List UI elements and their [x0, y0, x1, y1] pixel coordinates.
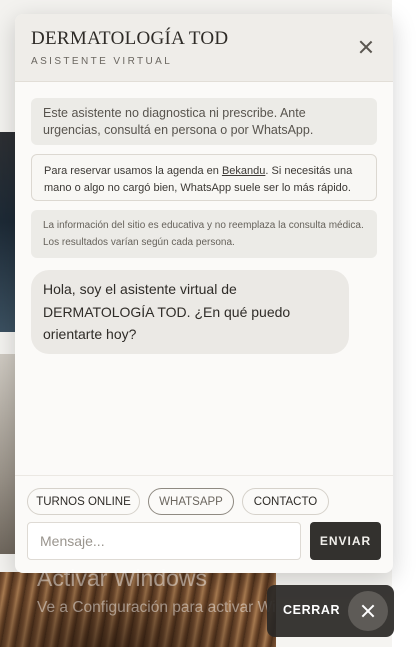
- chat-header: DERMATOLOGÍA TOD ASISTENTE VIRTUAL: [15, 14, 393, 82]
- booking-notice-prefix: Para reservar usamos la agenda en: [44, 165, 222, 177]
- quick-replies: TURNOS ONLINE WHATSAPP CONTACTO: [15, 475, 393, 519]
- chat-subtitle: ASISTENTE VIRTUAL: [31, 56, 173, 67]
- booking-notice: Para reservar usamos la agenda en Bekand…: [31, 154, 377, 201]
- close-chat-button[interactable]: CERRAR: [267, 585, 394, 637]
- background-margin: [392, 0, 418, 647]
- background-photo: [0, 354, 16, 554]
- whatsapp-chip[interactable]: WHATSAPP: [148, 488, 234, 515]
- info-notice: La información del sitio es educativa y …: [31, 210, 377, 258]
- activation-watermark-title: Activar Windows: [37, 565, 207, 591]
- close-icon[interactable]: [357, 38, 375, 56]
- send-button[interactable]: ENVIAR: [310, 522, 381, 560]
- background-photo: [0, 132, 16, 332]
- chat-title: DERMATOLOGÍA TOD: [31, 28, 229, 49]
- turnos-online-chip[interactable]: TURNOS ONLINE: [27, 488, 140, 515]
- close-chat-label: CERRAR: [283, 603, 341, 617]
- contacto-chip[interactable]: CONTACTO: [242, 488, 329, 515]
- bekandu-link[interactable]: Bekandu: [222, 165, 265, 177]
- chat-widget: DERMATOLOGÍA TOD ASISTENTE VIRTUAL Este …: [15, 14, 393, 573]
- close-icon[interactable]: [348, 591, 388, 631]
- assistant-message: Hola, soy el asistente virtual de DERMAT…: [31, 270, 349, 354]
- disclaimer-notice: Este asistente no diagnostica ni prescri…: [31, 98, 377, 145]
- message-list: Este asistente no diagnostica ni prescri…: [15, 82, 393, 475]
- message-input[interactable]: [27, 522, 301, 560]
